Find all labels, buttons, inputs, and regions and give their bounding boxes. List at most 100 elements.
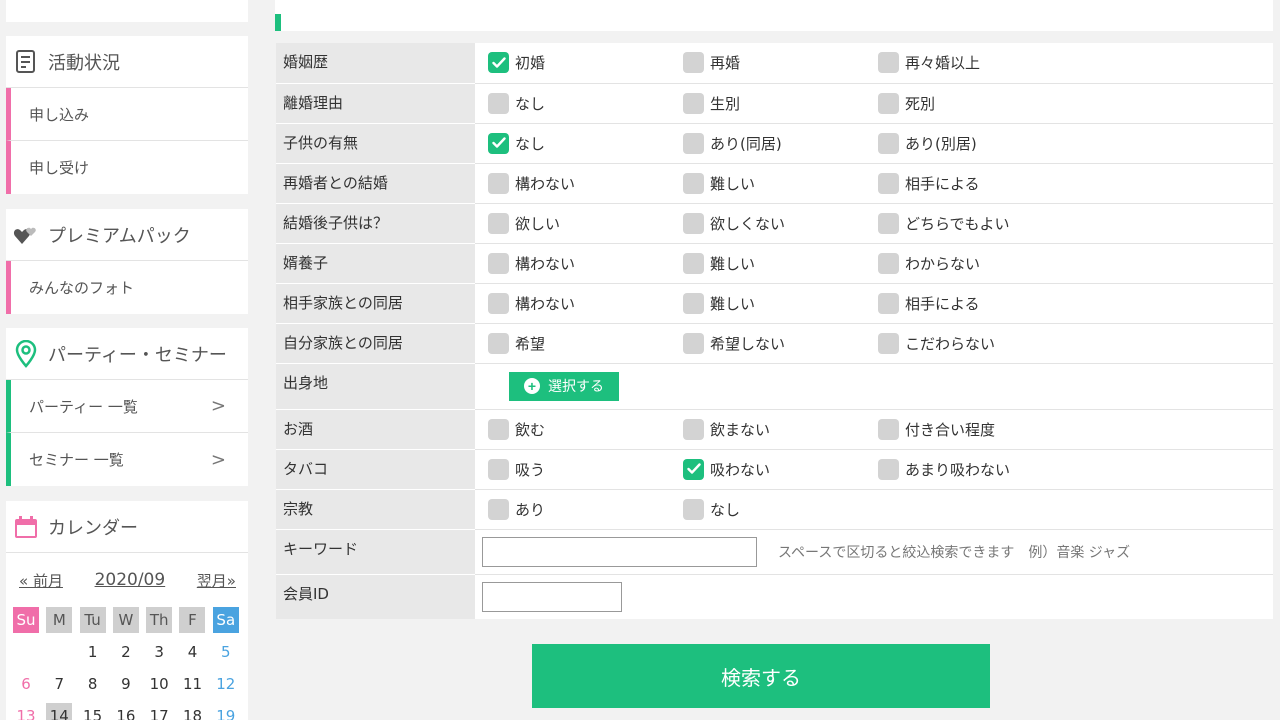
checkbox-icon[interactable] (683, 418, 704, 440)
checkbox-icon[interactable] (878, 132, 899, 154)
checkbox-icon[interactable] (488, 498, 509, 520)
calendar-day[interactable]: 16 (113, 703, 139, 720)
checkbox-icon[interactable] (488, 212, 509, 234)
calendar-day[interactable]: 10 (146, 671, 172, 697)
checkbox-option[interactable]: こだわらない (878, 332, 995, 354)
plus-circle-icon: + (524, 378, 540, 394)
checkbox-icon[interactable] (683, 498, 704, 520)
calendar-day[interactable]: 6 (13, 671, 39, 697)
checkbox-icon[interactable] (878, 252, 899, 274)
calendar-day[interactable]: 2 (113, 639, 139, 665)
sidebar-item-received[interactable]: 申し受け (6, 141, 248, 194)
checkbox-option[interactable]: あり (488, 498, 545, 520)
checkbox-icon[interactable] (878, 212, 899, 234)
checkbox-option[interactable]: なし (488, 132, 545, 154)
checkbox-option[interactable]: 難しい (683, 292, 755, 314)
checkbox-option[interactable]: 欲しくない (683, 212, 785, 234)
premium-title: プレミアムパック (48, 225, 191, 247)
checkbox-icon[interactable] (878, 52, 899, 73)
checkbox-option[interactable]: 欲しい (488, 212, 560, 234)
checkbox-option[interactable]: なし (683, 498, 740, 520)
member-id-input[interactable] (482, 581, 622, 612)
row-cell: 希望 希望しない こだわらない (475, 323, 1273, 364)
checkbox-icon[interactable] (878, 92, 899, 114)
calendar-day[interactable]: 7 (46, 671, 72, 697)
calendar-day[interactable]: 9 (113, 671, 139, 697)
calendar-next-link[interactable]: 翌月» (197, 570, 236, 591)
checkbox-icon[interactable] (878, 418, 899, 440)
sidebar-item-seminar-list[interactable]: セミナー 一覧 > (6, 433, 248, 486)
calendar-day[interactable]: 19 (213, 703, 239, 720)
checkbox-option[interactable]: わからない (878, 252, 980, 274)
calendar-day[interactable]: 15 (80, 703, 106, 720)
checkbox-icon[interactable] (488, 332, 509, 354)
checkbox-option[interactable]: 希望しない (683, 332, 785, 354)
checkbox-checked-icon[interactable] (683, 458, 704, 480)
checkbox-option[interactable]: 再婚 (683, 52, 740, 73)
checkbox-icon[interactable] (878, 458, 899, 480)
checkbox-option[interactable]: 希望 (488, 332, 546, 354)
checkbox-option[interactable]: どちらでもよい (878, 212, 1010, 234)
checkbox-option[interactable]: 難しい (683, 172, 755, 194)
checkbox-option[interactable]: 構わない (488, 292, 575, 314)
sidebar-item-applications[interactable]: 申し込み (6, 88, 248, 141)
calendar-icon (12, 513, 40, 541)
checkbox-icon[interactable] (683, 292, 704, 314)
checkbox-icon[interactable] (488, 252, 509, 274)
calendar-day[interactable]: 12 (213, 671, 239, 697)
search-button[interactable]: 検索する (532, 644, 990, 708)
checkbox-option[interactable]: 相手による (878, 292, 980, 314)
checkbox-icon[interactable] (488, 418, 509, 440)
checkbox-icon[interactable] (683, 172, 704, 194)
checkbox-checked-icon[interactable] (488, 132, 509, 154)
checkbox-icon[interactable] (683, 212, 704, 234)
checkbox-icon[interactable] (683, 252, 704, 274)
checkbox-icon[interactable] (878, 172, 899, 194)
checkbox-checked-icon[interactable] (488, 52, 509, 73)
checkbox-icon[interactable] (878, 292, 899, 314)
checkbox-icon[interactable] (683, 92, 704, 114)
calendar-day[interactable]: 8 (80, 671, 106, 697)
checkbox-icon[interactable] (683, 52, 704, 73)
checkbox-option[interactable]: 初婚 (488, 52, 545, 73)
calendar-day[interactable]: 1 (80, 639, 106, 665)
checkbox-option[interactable]: あり(同居) (683, 132, 782, 154)
calendar-day[interactable]: 17 (146, 703, 172, 720)
checkbox-option[interactable]: 死別 (878, 92, 935, 114)
checkbox-option[interactable]: 生別 (683, 92, 740, 114)
checkbox-option[interactable]: なし (488, 92, 545, 114)
checkbox-icon[interactable] (488, 172, 509, 194)
checkbox-option[interactable]: あまり吸わない (878, 458, 1010, 480)
calendar-day[interactable]: 13 (13, 703, 39, 720)
checkbox-icon[interactable] (683, 132, 704, 154)
checkbox-option[interactable]: 再々婚以上 (878, 52, 980, 73)
sidebar-item-party-list[interactable]: パーティー 一覧 > (6, 380, 248, 433)
calendar-day[interactable]: 5 (213, 639, 239, 665)
calendar-prev-link[interactable]: « 前月 (19, 570, 63, 591)
calendar-month[interactable]: 2020/09 (95, 570, 166, 590)
checkbox-option[interactable]: 飲まない (683, 418, 770, 440)
checkbox-option[interactable]: 吸う (488, 458, 545, 480)
checkbox-option[interactable]: 相手による (878, 172, 980, 194)
calendar-day[interactable]: 18 (179, 703, 205, 720)
calendar-day[interactable]: 4 (179, 639, 205, 665)
checkbox-icon[interactable] (488, 92, 509, 114)
checkbox-option[interactable]: 吸わない (683, 458, 770, 480)
select-birthplace-button[interactable]: + 選択する (509, 371, 619, 401)
checkbox-icon[interactable] (683, 332, 704, 354)
checkbox-icon[interactable] (488, 458, 509, 480)
checkbox-option[interactable]: 難しい (683, 252, 755, 274)
checkbox-option[interactable]: 構わない (488, 252, 575, 274)
calendar-day-today[interactable]: 14 (46, 703, 73, 720)
checkbox-icon[interactable] (488, 292, 509, 314)
calendar-day[interactable]: 3 (146, 639, 172, 665)
sidebar-item-photos[interactable]: みんなのフォト (6, 261, 248, 314)
checkbox-option[interactable]: 付き合い程度 (878, 418, 995, 440)
calendar-day[interactable]: 11 (179, 671, 205, 697)
keyword-input[interactable] (482, 536, 757, 567)
checkbox-option[interactable]: 飲む (488, 418, 545, 440)
checkbox-option[interactable]: 構わない (488, 172, 575, 194)
checkbox-label: 希望 (515, 334, 546, 353)
checkbox-option[interactable]: あり(別居) (878, 132, 977, 154)
checkbox-icon[interactable] (878, 332, 899, 354)
